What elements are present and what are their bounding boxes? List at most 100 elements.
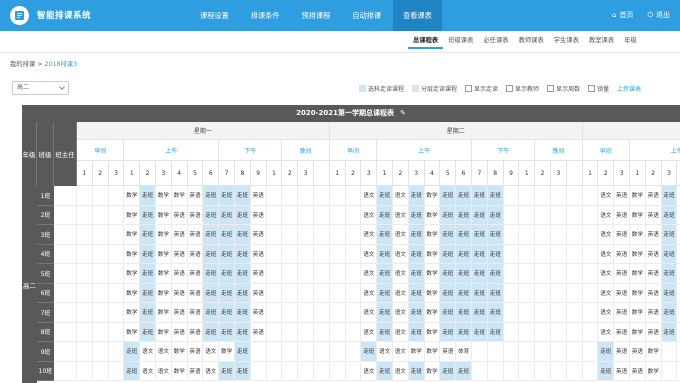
table-cell[interactable]: 数学 xyxy=(156,225,172,245)
table-cell[interactable] xyxy=(535,244,551,264)
table-cell[interactable] xyxy=(503,342,520,362)
table-cell[interactable]: 走班 xyxy=(377,244,393,264)
table-cell[interactable]: 走班 xyxy=(140,264,156,284)
table-cell[interactable]: 英语 xyxy=(645,283,662,303)
table-cell[interactable]: 英语 xyxy=(440,342,457,362)
subtab[interactable]: 总课程表 xyxy=(408,35,444,49)
table-cell[interactable]: 语文 xyxy=(361,283,378,303)
table-cell[interactable]: 走班 xyxy=(377,283,393,303)
table-cell[interactable]: 英语 xyxy=(614,342,630,362)
table-cell[interactable] xyxy=(282,361,299,381)
table-cell[interactable]: 语文 xyxy=(598,283,615,303)
table-cell[interactable] xyxy=(582,361,599,381)
table-cell[interactable]: 走班 xyxy=(487,322,504,342)
table-cell[interactable] xyxy=(298,186,314,206)
table-cell[interactable] xyxy=(298,205,314,225)
table-cell[interactable]: 走班 xyxy=(140,244,156,264)
table-cell[interactable]: 英语 xyxy=(614,264,630,284)
table-cell[interactable]: 走班 xyxy=(361,342,378,362)
table-cell[interactable]: 走班 xyxy=(661,283,678,303)
table-cell[interactable]: 走班 xyxy=(235,342,251,362)
table-cell[interactable] xyxy=(108,264,125,284)
table-cell[interactable]: 英语 xyxy=(614,283,630,303)
table-cell[interactable]: 走班 xyxy=(203,244,220,264)
table-cell[interactable]: 走班 xyxy=(456,244,472,264)
table-cell[interactable]: 英语 xyxy=(250,225,267,245)
table-cell[interactable] xyxy=(108,244,125,264)
class-cell[interactable]: 4班 xyxy=(37,244,54,264)
table-cell[interactable] xyxy=(566,342,583,362)
table-cell[interactable]: 走班 xyxy=(377,264,393,284)
class-cell[interactable]: 6班 xyxy=(37,283,54,303)
table-cell[interactable] xyxy=(282,244,299,264)
table-cell[interactable] xyxy=(582,186,599,206)
table-cell[interactable]: 走班 xyxy=(472,225,488,245)
breadcrumb-current[interactable]: 2018排课3 xyxy=(44,61,77,68)
table-cell[interactable] xyxy=(77,244,93,264)
table-cell[interactable]: 英语 xyxy=(171,264,188,284)
table-cell[interactable] xyxy=(329,225,346,245)
table-cell[interactable]: 走班 xyxy=(456,283,472,303)
table-cell[interactable] xyxy=(535,283,551,303)
table-cell[interactable]: 数学 xyxy=(124,264,141,284)
table-cell[interactable]: 数学 xyxy=(171,342,188,362)
table-cell[interactable] xyxy=(551,342,567,362)
table-cell[interactable]: 英语 xyxy=(614,225,630,245)
table-cell[interactable]: 走班 xyxy=(203,303,220,323)
table-cell[interactable]: 走班 xyxy=(456,264,472,284)
table-cell[interactable]: 走班 xyxy=(456,225,472,245)
table-cell[interactable]: 走班 xyxy=(408,322,425,342)
legend-checkbox[interactable] xyxy=(588,85,596,92)
table-cell[interactable] xyxy=(566,225,583,245)
table-cell[interactable] xyxy=(54,322,77,342)
table-cell[interactable] xyxy=(54,186,77,206)
table-cell[interactable]: 走班 xyxy=(456,186,472,206)
table-cell[interactable] xyxy=(345,342,362,362)
table-cell[interactable] xyxy=(551,303,567,323)
table-cell[interactable]: 走班 xyxy=(124,342,141,362)
table-cell[interactable]: 英语 xyxy=(187,186,204,206)
table-cell[interactable] xyxy=(92,186,109,206)
table-cell[interactable]: 数学 xyxy=(630,283,646,303)
table-cell[interactable]: 语文 xyxy=(393,225,409,245)
table-cell[interactable]: 英语 xyxy=(187,225,204,245)
table-cell[interactable]: 英语 xyxy=(645,264,662,284)
table-cell[interactable] xyxy=(108,205,125,225)
table-cell[interactable] xyxy=(314,244,330,264)
table-cell[interactable] xyxy=(266,303,283,323)
table-cell[interactable] xyxy=(298,225,314,245)
table-cell[interactable]: 走班 xyxy=(487,303,504,323)
table-cell[interactable] xyxy=(282,186,299,206)
table-cell[interactable]: 数学 xyxy=(171,361,188,381)
table-cell[interactable]: 走班 xyxy=(235,186,251,206)
table-cell[interactable] xyxy=(566,283,583,303)
table-cell[interactable]: 数学 xyxy=(630,264,646,284)
class-cell[interactable]: 5班 xyxy=(37,264,54,284)
table-cell[interactable] xyxy=(77,186,93,206)
table-cell[interactable]: 走班 xyxy=(377,361,393,381)
table-cell[interactable]: 走班 xyxy=(377,186,393,206)
table-cell[interactable] xyxy=(551,225,567,245)
table-cell[interactable] xyxy=(519,225,536,245)
table-cell[interactable] xyxy=(566,322,583,342)
table-cell[interactable]: 走班 xyxy=(203,186,220,206)
table-cell[interactable] xyxy=(345,205,362,225)
table-cell[interactable] xyxy=(503,264,520,284)
table-cell[interactable] xyxy=(535,361,551,381)
table-cell[interactable]: 走班 xyxy=(235,205,251,225)
table-cell[interactable]: 走班 xyxy=(408,186,425,206)
table-cell[interactable] xyxy=(519,244,536,264)
class-cell[interactable]: 10班 xyxy=(37,361,54,381)
table-cell[interactable]: 走班 xyxy=(219,244,235,264)
table-cell[interactable] xyxy=(329,205,346,225)
table-cell[interactable] xyxy=(661,361,678,381)
table-cell[interactable]: 走班 xyxy=(235,283,251,303)
table-cell[interactable]: 英语 xyxy=(645,225,662,245)
table-cell[interactable]: 数学 xyxy=(124,322,141,342)
legend-item[interactable]: 显示周数 xyxy=(547,84,580,93)
table-cell[interactable]: 英语 xyxy=(187,303,204,323)
legend-item[interactable]: 显示教师 xyxy=(506,84,539,93)
table-cell[interactable] xyxy=(54,342,77,362)
table-cell[interactable] xyxy=(566,205,583,225)
table-cell[interactable]: 走班 xyxy=(219,225,235,245)
